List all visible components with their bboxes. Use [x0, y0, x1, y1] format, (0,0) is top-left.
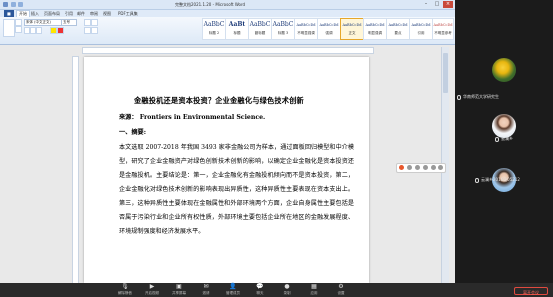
style-normal[interactable]: AaBbCcDd 正文: [340, 18, 364, 40]
tab-pdf-tools[interactable]: PDF工具集: [118, 10, 138, 17]
ime-logo-icon[interactable]: [399, 165, 404, 170]
cut-icon[interactable]: [15, 19, 22, 26]
style-emphasis[interactable]: AaBbCcDd 强调: [317, 18, 341, 40]
maximize-icon[interactable]: □: [432, 1, 442, 8]
minimize-icon[interactable]: –: [421, 1, 431, 8]
document-page[interactable]: 金融投机还是资本投资？企业金融化与绿色技术创新 来源： Frontiers in…: [84, 57, 369, 283]
align-center-icon[interactable]: [91, 27, 98, 34]
ime-skin-icon[interactable]: [438, 165, 443, 170]
meeting-toolbar: 🎙 解除静音 ▶ 开启视频 ▣ 共享屏幕 ✉ 邀请 👤 管理成员 💬 聊天 ● 录制 ▦ 应用 …: [0, 283, 553, 297]
tab-references[interactable]: 引用: [65, 10, 73, 17]
ribbon: 宋体 (中文正文) 五号 AaBbC 标题 2 AaBt 标题 AaBbC 副标题 A…: [0, 17, 455, 45]
mic-muted-icon: [457, 94, 461, 100]
ime-toolbar[interactable]: [396, 163, 446, 173]
style-intense-emphasis[interactable]: AaBbCcDd 明显强调: [363, 18, 387, 40]
horizontal-ruler[interactable]: [82, 47, 374, 54]
abstract-body: 本文选取 2007-2018 年我国 3493 家非金融公司为样本，通过面板回归…: [119, 144, 354, 235]
tab-layout[interactable]: 页面布局: [44, 10, 60, 17]
tab-insert[interactable]: 插入: [31, 10, 39, 17]
participant-tile[interactable]: 华南师范大学研究生: [455, 58, 553, 106]
font-name-select[interactable]: 宋体 (中文正文): [24, 19, 62, 26]
section-heading: 一、摘要:: [119, 129, 147, 136]
word-title-bar: 完整文档2021.1.20 - Microsoft Word – □ ×: [0, 0, 455, 10]
participant-name: 华南师范大学研究生: [463, 94, 499, 99]
mic-muted-icon: [475, 177, 479, 183]
participant-tile[interactable]: 云澜乡2016级05212: [455, 168, 553, 216]
bullets-icon[interactable]: [84, 19, 91, 26]
document-source: 来源： Frontiers in Environmental Science.: [119, 114, 266, 121]
style-subtitle[interactable]: AaBbC 副标题: [248, 18, 272, 40]
style-title[interactable]: AaBt 标题: [225, 18, 249, 40]
avatar: [492, 58, 516, 82]
style-quote[interactable]: AaBbCcDd 引用: [409, 18, 433, 40]
font-color-icon[interactable]: [57, 27, 64, 34]
participant-name: 云澜乡2016级05212: [481, 177, 520, 182]
tab-view[interactable]: 视图: [103, 10, 111, 17]
participant-tile[interactable]: 云澜乡: [455, 114, 553, 162]
align-left-icon[interactable]: [84, 27, 91, 34]
style-strong[interactable]: AaBbCcDd 要点: [386, 18, 410, 40]
save-icon[interactable]: [11, 2, 16, 7]
ime-keyboard-icon[interactable]: [431, 165, 436, 170]
close-icon[interactable]: ×: [443, 1, 453, 8]
ime-punct-icon[interactable]: [415, 165, 420, 170]
ribbon-tabs: ■ 开始 插入 页面布局 引用 邮件 审阅 视图 PDF工具集: [0, 10, 455, 17]
copy-icon[interactable]: [15, 26, 22, 33]
numbering-icon[interactable]: [91, 19, 98, 26]
leave-meeting-button[interactable]: 离开会议: [514, 287, 548, 295]
underline-icon[interactable]: [36, 27, 42, 34]
shared-screen: 完整文档2021.1.20 - Microsoft Word – □ × ■ 开…: [0, 0, 455, 283]
style-subtle-reference[interactable]: AaBbCcDd 不明显参考: [432, 18, 454, 40]
paste-button[interactable]: [3, 19, 15, 37]
style-heading-2[interactable]: AaBbC 标题 2: [202, 18, 226, 40]
avatar: [492, 114, 516, 138]
tab-home[interactable]: 开始: [16, 10, 30, 17]
participant-panel: 华南师范大学研究生 云澜乡 云澜乡2016级05212: [455, 0, 553, 283]
undo-icon[interactable]: [18, 2, 23, 7]
style-heading-3[interactable]: AaBbC 标题 3: [271, 18, 295, 40]
ime-mic-icon[interactable]: [423, 165, 428, 170]
settings-button[interactable]: ⚙ 设置: [324, 283, 358, 297]
mic-muted-icon: [495, 136, 499, 142]
document-title: 金融投机还是资本投资？企业金融化与绿色技术创新: [134, 96, 304, 105]
window-title: 完整文档2021.1.20 - Microsoft Word: [175, 2, 246, 7]
file-menu-icon[interactable]: ■: [4, 10, 14, 17]
settings-icon: ⚙: [338, 283, 344, 290]
participant-name: 云澜乡: [501, 136, 513, 141]
font-size-select[interactable]: 五号: [61, 19, 77, 26]
tab-mailings[interactable]: 邮件: [77, 10, 85, 17]
highlight-icon[interactable]: [50, 27, 57, 34]
word-logo-icon[interactable]: [3, 2, 8, 7]
vertical-ruler[interactable]: [72, 56, 79, 283]
scroll-thumb[interactable]: [443, 53, 448, 93]
tab-review[interactable]: 审阅: [90, 10, 98, 17]
ime-mode-icon[interactable]: [407, 165, 412, 170]
style-subtle-emphasis[interactable]: AaBbCcDd 不明显强调: [294, 18, 318, 40]
